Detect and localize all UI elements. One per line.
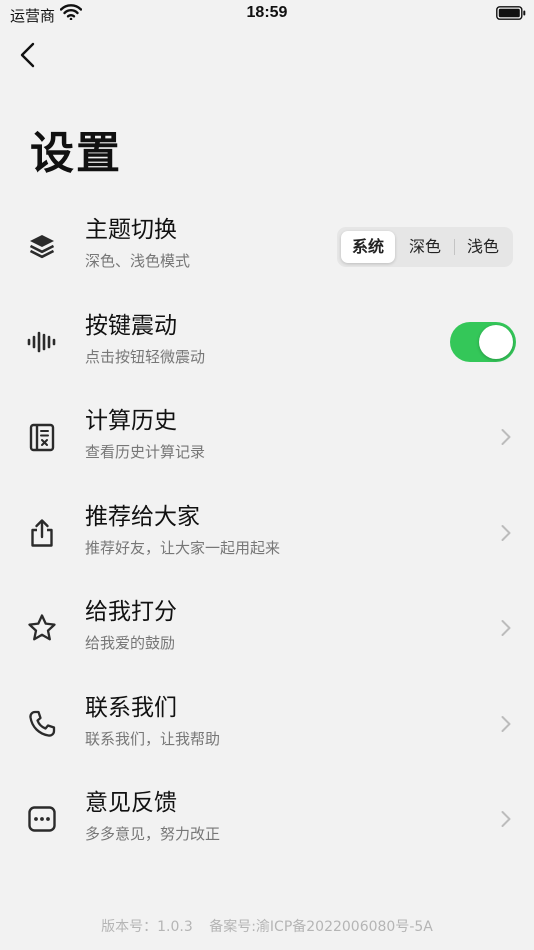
settings-row-subtitle: 推荐好友，让大家一起用起来	[85, 539, 281, 557]
status-time: 18:59	[246, 4, 288, 21]
chevron-right-icon	[501, 525, 511, 541]
settings-row-subtitle: 多多意见，努力改正	[85, 825, 221, 843]
settings-row-share[interactable]: 推荐给大家 推荐好友，让大家一起用起来	[0, 487, 534, 577]
settings-row-title: 主题切换	[85, 217, 177, 243]
chevron-right-icon	[501, 811, 511, 827]
theme-segmented-control: 系统 深色 浅色	[337, 227, 513, 267]
vibration-toggle[interactable]	[450, 322, 516, 362]
settings-row-title: 联系我们	[85, 695, 177, 721]
page-title: 设置	[30, 128, 122, 179]
settings-row-subtitle: 点击按钮轻微震动	[85, 348, 206, 366]
settings-row-subtitle: 给我爱的鼓励	[85, 634, 176, 652]
icp-label: 备案号:渝ICP备2022006080号-5A	[209, 919, 433, 935]
back-button[interactable]	[14, 38, 42, 72]
settings-row-rate[interactable]: 给我打分 给我爱的鼓励	[0, 582, 534, 672]
chevron-right-icon	[501, 620, 511, 636]
version-label: 版本号：1.0.3	[101, 919, 193, 935]
settings-row-contact[interactable]: 联系我们 联系我们，让我帮助	[0, 678, 534, 768]
theme-option-light[interactable]: 浅色	[456, 231, 510, 263]
phone-icon	[29, 710, 56, 737]
settings-row-title: 给我打分	[85, 599, 177, 625]
settings-row-title: 意见反馈	[85, 790, 177, 816]
settings-row-history[interactable]: 计算历史 查看历史计算记录	[0, 391, 534, 481]
toggle-knob	[479, 325, 513, 359]
history-ledger-icon	[29, 423, 55, 452]
settings-row-title: 计算历史	[85, 408, 177, 434]
layers-icon	[29, 235, 55, 259]
settings-row-subtitle: 联系我们，让我帮助	[85, 730, 221, 748]
settings-row-title: 推荐给大家	[85, 504, 200, 530]
status-bar: 运营商 18:59	[0, 0, 534, 28]
star-icon	[28, 614, 56, 641]
chat-bubble-icon	[28, 806, 56, 832]
theme-option-system[interactable]: 系统	[341, 231, 395, 263]
settings-row-title: 按键震动	[85, 313, 177, 339]
footer: 版本号：1.0.3 备案号:渝ICP备2022006080号-5A	[0, 916, 534, 936]
battery-icon	[496, 6, 526, 20]
settings-row-subtitle: 深色、浅色模式	[85, 252, 191, 270]
share-icon	[31, 519, 53, 547]
settings-row-subtitle: 查看历史计算记录	[85, 443, 206, 461]
theme-option-dark[interactable]: 深色	[398, 231, 452, 263]
settings-row-feedback[interactable]: 意见反馈 多多意见，努力改正	[0, 773, 534, 863]
segment-divider	[454, 239, 455, 255]
chevron-right-icon	[501, 429, 511, 445]
chevron-right-icon	[501, 716, 511, 732]
vibration-waveform-icon	[27, 331, 56, 353]
